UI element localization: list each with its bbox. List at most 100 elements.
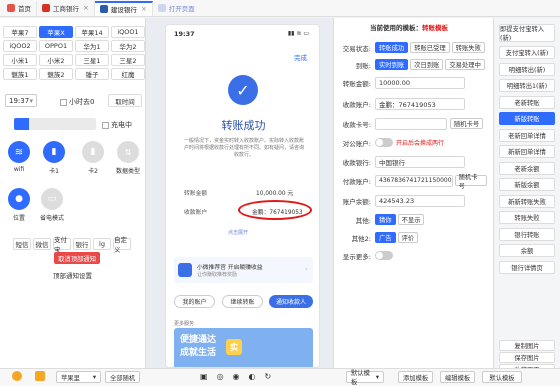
template-button[interactable]: 明细转出(新)	[499, 62, 555, 76]
template-button[interactable]: 老新余额	[499, 161, 555, 175]
option-pill[interactable]: 交易处理中	[445, 59, 485, 70]
balance-input[interactable]: 424543.23	[375, 194, 465, 207]
tab-2[interactable]: 建设银行 ×	[94, 0, 153, 16]
refresh-icon[interactable]: ↻	[265, 372, 272, 381]
action-button[interactable]: 保存图片	[499, 352, 555, 363]
get-time-button[interactable]: 取时间	[108, 94, 142, 107]
top-notify-setting-link[interactable]: 顶部通知设置	[53, 270, 92, 280]
option-pill[interactable]: 转账成功	[375, 42, 409, 53]
device-button[interactable]: 红魔	[111, 68, 145, 80]
template-button[interactable]: 新新回单详情	[499, 145, 555, 158]
option-pill[interactable]: 转账失败	[451, 42, 485, 53]
wifi-icon: ≋	[8, 141, 30, 163]
charging-checkbox[interactable]: 充电中	[102, 120, 132, 130]
amount-input[interactable]: 10000.00	[375, 76, 465, 89]
tab-1[interactable]: 工商银行 ×	[37, 0, 95, 16]
device-button[interactable]: 小米2	[39, 54, 73, 66]
template-button[interactable]: 新版转账	[499, 112, 555, 125]
action-button[interactable]: 复制图片	[499, 340, 555, 351]
device-button[interactable]: 苹果7	[3, 26, 37, 38]
option-pill[interactable]: 评价	[397, 232, 419, 243]
app-button[interactable]: 支付宝	[53, 236, 71, 254]
hour-strip-checkbox[interactable]: 小时去0	[60, 97, 94, 107]
power-save-toggle[interactable]: ▭ 省电模式	[40, 188, 64, 222]
tab-3[interactable]: 打开页面	[153, 1, 200, 16]
default-template-select[interactable]: 默认模板 ▾	[346, 370, 384, 386]
template-button[interactable]: 新新转账失败	[499, 194, 555, 208]
notify-payee-button[interactable]: 通知收款人	[269, 295, 313, 308]
show-more-toggle[interactable]	[375, 251, 393, 260]
template-button[interactable]: 银行详情页	[499, 260, 555, 274]
hide-icon[interactable]: ◉	[233, 372, 240, 381]
cancel-top-notify-button[interactable]: 取消顶部通知	[54, 252, 100, 264]
device-button[interactable]: 三星2	[111, 54, 145, 66]
my-account-button[interactable]: 我的账户	[174, 295, 215, 308]
data-type-toggle[interactable]: ⇅ 数据类型	[116, 141, 140, 175]
option-pill[interactable]: 广告	[375, 232, 396, 243]
device-button[interactable]: 苹果X	[39, 26, 73, 38]
screenshot-icon[interactable]: ▣	[200, 372, 208, 381]
template-button[interactable]: 老新转账	[499, 95, 555, 109]
payee-input[interactable]: 金鹏：767419053	[375, 97, 465, 110]
expand-link[interactable]: 点击展开	[228, 229, 248, 236]
app-button[interactable]: 短信	[13, 238, 31, 250]
close-icon[interactable]: ×	[83, 4, 89, 12]
device-button[interactable]: 华为1	[75, 40, 109, 52]
option-pill[interactable]: 实时到账	[375, 59, 409, 70]
sim1-toggle[interactable]: ▮ 卡1	[43, 141, 65, 175]
eye-off-icon[interactable]: ◎	[217, 372, 224, 381]
device-button[interactable]: 三星1	[75, 54, 109, 66]
device-button[interactable]: 魅族2	[39, 68, 73, 80]
app-button[interactable]: 银行	[73, 238, 91, 250]
app-button[interactable]: lg	[93, 238, 111, 250]
template-button[interactable]: 转账失败	[499, 211, 555, 224]
orange-circle-icon[interactable]	[12, 371, 22, 381]
done-button[interactable]: 完成	[294, 52, 307, 62]
tab-0[interactable]: 首页	[2, 0, 37, 16]
continue-transfer-button[interactable]: 继续转账	[222, 295, 263, 308]
wifi-toggle[interactable]: ≋ wifi	[8, 141, 30, 173]
template-button[interactable]: 老新回单详情	[499, 128, 555, 142]
template-button[interactable]: 即提支付宝转入(新)	[499, 24, 555, 42]
app-button[interactable]: 微信	[33, 238, 51, 250]
card-input[interactable]	[375, 117, 447, 130]
option-pill[interactable]: 次日到账	[410, 59, 444, 70]
option-pill[interactable]: 不显示	[397, 214, 425, 225]
device-button[interactable]: OPPO1	[39, 40, 73, 52]
pay-account-input[interactable]: 4367836741721150000	[375, 174, 453, 187]
battery-slider[interactable]	[14, 118, 96, 130]
random-pay-button[interactable]: 随机卡号	[454, 174, 487, 190]
default-template-button[interactable]: 默认模板	[482, 371, 522, 383]
template-button[interactable]: 支付宝转入(新)	[499, 46, 555, 59]
device-button[interactable]: 锤子	[75, 68, 109, 80]
device-button[interactable]: 魅族1	[3, 68, 37, 80]
tab-label: 打开页面	[168, 5, 195, 13]
edit-template-button[interactable]: 编辑模板	[440, 371, 476, 383]
template-button[interactable]: 明细转出1(新)	[499, 79, 555, 92]
template-button[interactable]: 余额	[499, 244, 555, 257]
template-button[interactable]: 银行转账	[499, 227, 555, 241]
device-button[interactable]: iQOO2	[3, 40, 37, 52]
option-pill[interactable]: 转账已受理	[410, 42, 450, 53]
public-account-toggle[interactable]	[375, 138, 393, 147]
location-toggle[interactable]: ● 位置	[8, 188, 30, 222]
contrast-icon[interactable]: ◐	[249, 372, 256, 381]
device-button[interactable]: iQOO1	[111, 26, 145, 38]
option-pill[interactable]: 猜你	[375, 214, 396, 225]
bank-input[interactable]: 中国银行	[375, 155, 465, 168]
random-card-button[interactable]: 随机卡号	[450, 118, 484, 129]
add-template-button[interactable]: 添加模板	[398, 371, 434, 383]
app-button-row: 短信微信支付宝银行lg自定义	[13, 236, 131, 254]
time-input[interactable]: 19:37 ▾	[5, 94, 37, 107]
random-all-button[interactable]: 全部随机	[105, 371, 141, 383]
phone-model-select[interactable]: 苹果里 ▾	[56, 371, 101, 383]
sim2-toggle[interactable]: ▮ 卡2	[82, 141, 104, 175]
close-icon[interactable]: ×	[141, 5, 147, 13]
device-button[interactable]: 小米1	[3, 54, 37, 66]
public-account-row: 对公账户: 开启后会换成两行	[342, 138, 445, 148]
app-icon[interactable]	[35, 371, 45, 381]
template-button[interactable]: 新版余额	[499, 178, 555, 191]
device-button[interactable]: 华为2	[111, 40, 145, 52]
device-button[interactable]: 苹果14	[75, 26, 109, 38]
app-button[interactable]: 自定义	[113, 236, 131, 254]
